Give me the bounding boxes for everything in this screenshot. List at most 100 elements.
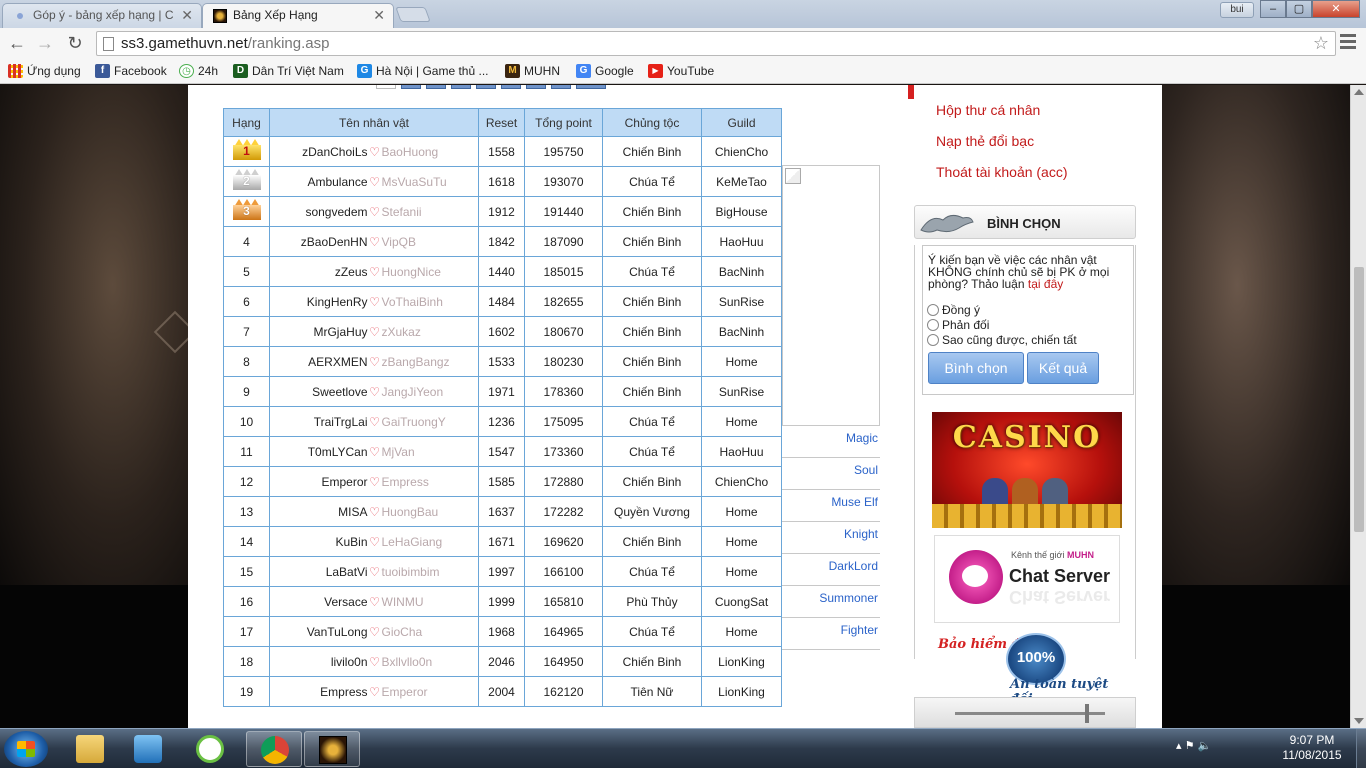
chrome-menu-icon[interactable] — [1340, 34, 1356, 52]
bookmark-dantri[interactable]: D Dân Trí Việt Nam — [233, 62, 344, 80]
taskbar-clock[interactable]: 9:07 PM 11/08/2015 — [1272, 733, 1352, 763]
tab-gop-y[interactable]: Góp ý - bảng xếp hạng | C ✕ — [2, 3, 202, 28]
link-logout[interactable]: Thoát tài khoản (acc) — [936, 164, 1068, 180]
character-name[interactable]: LaBatVi — [272, 565, 368, 579]
character-name[interactable]: AERXMEN — [272, 355, 367, 369]
partner-name[interactable]: HuongBau — [382, 505, 477, 519]
bookmark-star-icon[interactable]: ☆ — [1313, 33, 1329, 54]
system-tray-icons[interactable]: ▴ ⚑ 🔈 — [1176, 739, 1211, 752]
start-button[interactable] — [4, 731, 48, 767]
character-name[interactable]: KingHenRy — [272, 295, 368, 309]
character-name[interactable]: Emperor — [272, 475, 367, 489]
character-name[interactable]: MrGjaHuy — [272, 325, 367, 339]
partner-name[interactable]: BaoHuong — [382, 145, 477, 159]
reload-icon[interactable]: ↻ — [64, 32, 86, 54]
vote-button[interactable]: Bình chọn — [928, 352, 1024, 384]
class-link[interactable]: Fighter — [782, 618, 880, 650]
class-link[interactable]: Summoner — [782, 586, 880, 618]
address-bar[interactable]: ss3.gamethuvn.net/ranking.asp ☆ — [96, 31, 1336, 56]
bookmark-24h[interactable]: ◷ 24h — [179, 62, 218, 80]
link-inbox[interactable]: Hộp thư cá nhân — [936, 102, 1040, 118]
taskbar-explorer[interactable] — [62, 731, 118, 767]
page-button[interactable] — [551, 85, 571, 89]
partner-name[interactable]: tuoibimbim — [382, 565, 477, 579]
vote-option-disagree[interactable]: Phản đối — [927, 318, 989, 332]
casino-banner[interactable]: CASINO — [932, 412, 1122, 528]
partner-name[interactable]: WINMU — [382, 595, 477, 609]
partner-name[interactable]: GaiTruongY — [382, 415, 477, 429]
partner-name[interactable]: MjVan — [382, 445, 477, 459]
partner-name[interactable]: LeHaGiang — [382, 535, 477, 549]
partner-name[interactable]: JangJiYeon — [382, 385, 477, 399]
bookmark-apps[interactable]: Ứng dụng — [8, 62, 81, 80]
bookmark-hanoi-game[interactable]: G Hà Nội | Game thủ ... — [357, 62, 489, 80]
character-name[interactable]: Empress — [272, 685, 367, 699]
minimize-button[interactable]: ‒ — [1260, 0, 1286, 18]
page-button[interactable] — [426, 85, 446, 89]
url-text[interactable]: ss3.gamethuvn.net/ranking.asp — [121, 35, 329, 52]
bookmark-muhn[interactable]: M MUHN — [505, 62, 560, 80]
page-button[interactable] — [476, 85, 496, 89]
taskbar-app-green[interactable] — [182, 731, 238, 767]
maximize-button[interactable]: ▢ — [1286, 0, 1312, 18]
scroll-up-icon[interactable] — [1354, 89, 1364, 95]
vote-discuss-link[interactable]: tại đây — [1028, 277, 1063, 291]
class-link[interactable]: Magic — [782, 426, 880, 458]
page-scrollbar[interactable] — [1350, 85, 1366, 728]
page-button[interactable] — [376, 85, 396, 89]
partner-name[interactable]: Empress — [382, 475, 477, 489]
taskbar-game[interactable] — [304, 731, 360, 767]
partner-name[interactable]: zBangBangz — [382, 355, 477, 369]
class-link[interactable]: Knight — [782, 522, 880, 554]
back-arrow-icon[interactable]: ← — [6, 32, 28, 54]
show-desktop-button[interactable] — [1356, 729, 1366, 768]
partner-name[interactable]: GioCha — [382, 625, 477, 639]
result-button[interactable]: Kết quả — [1027, 352, 1099, 384]
bookmark-youtube[interactable]: ▶ YouTube — [648, 62, 714, 80]
page-button[interactable] — [451, 85, 471, 89]
bookmark-facebook[interactable]: f Facebook — [95, 62, 167, 80]
partner-name[interactable]: HuongNice — [382, 265, 477, 279]
character-name[interactable]: MISA — [272, 505, 367, 519]
character-name[interactable]: zBaoDenHN — [272, 235, 368, 249]
partner-name[interactable]: zXukaz — [382, 325, 477, 339]
scroll-thumb[interactable] — [1354, 267, 1364, 532]
radio-button[interactable] — [927, 334, 939, 346]
character-name[interactable]: zDanChoiLs — [272, 145, 367, 159]
partner-name[interactable]: Stefanii — [382, 205, 477, 219]
page-button[interactable] — [526, 85, 546, 89]
profile-badge[interactable]: bui — [1220, 2, 1254, 18]
vote-option-agree[interactable]: Đồng ý — [927, 303, 980, 317]
partner-name[interactable]: Bxllvllo0n — [382, 655, 477, 669]
page-button[interactable] — [401, 85, 421, 89]
radio-button[interactable] — [927, 304, 939, 316]
page-button[interactable] — [501, 85, 521, 89]
insurance-banner[interactable]: Bảo hiểm đỏ 100% An toàn tuyệt đối — [936, 633, 1126, 707]
radio-button[interactable] — [927, 319, 939, 331]
character-name[interactable]: KuBin — [272, 535, 367, 549]
chat-server-banner[interactable]: Kênh thế giới MUHN Chat Server Chat Serv… — [934, 535, 1120, 623]
bookmark-google[interactable]: G Google — [576, 62, 634, 80]
character-name[interactable]: songvedem — [272, 205, 367, 219]
class-link[interactable]: DarkLord — [782, 554, 880, 586]
tab-close-icon[interactable]: ✕ — [181, 4, 193, 26]
partner-name[interactable]: VoThaiBinh — [382, 295, 477, 309]
vote-option-whatever[interactable]: Sao cũng được, chiến tất — [927, 333, 1077, 347]
character-name[interactable]: TraiTrgLai — [272, 415, 368, 429]
character-name[interactable]: Versace — [272, 595, 367, 609]
link-topup[interactable]: Nạp thẻ đổi bạc — [936, 133, 1034, 149]
tab-bang-xep-hang[interactable]: Bảng Xếp Hạng ✕ — [202, 3, 394, 28]
character-name[interactable]: livilo0n — [272, 655, 368, 669]
character-name[interactable]: Ambulance — [272, 175, 367, 189]
forward-arrow-icon[interactable]: → — [34, 32, 56, 54]
character-name[interactable]: Sweetlove — [272, 385, 367, 399]
class-link[interactable]: Muse Elf — [782, 490, 880, 522]
partner-name[interactable]: Emperor — [382, 685, 477, 699]
class-link[interactable]: Soul — [782, 458, 880, 490]
taskbar-media-player[interactable] — [120, 731, 176, 767]
character-name[interactable]: T0mLYCan — [272, 445, 368, 459]
scroll-down-icon[interactable] — [1354, 718, 1364, 724]
tab-close-icon[interactable]: ✕ — [373, 4, 385, 26]
character-name[interactable]: VanTuLong — [272, 625, 368, 639]
character-name[interactable]: zZeus — [272, 265, 368, 279]
